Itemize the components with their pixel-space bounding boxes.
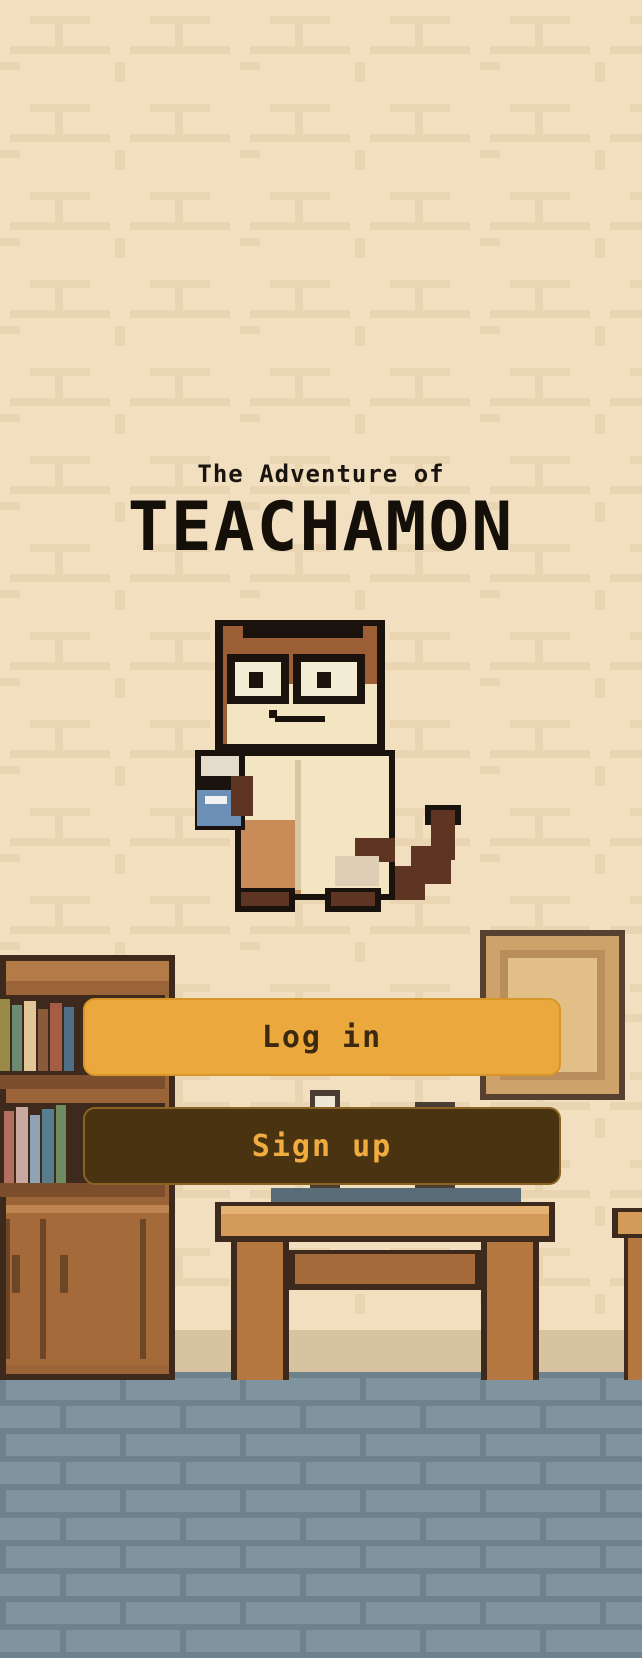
login-button[interactable]: Log in [83, 998, 561, 1076]
game-subtitle: The Adventure of [197, 460, 445, 488]
floor-tiles [0, 1372, 642, 1658]
signup-button[interactable]: Sign up [83, 1107, 561, 1185]
desk-edge-icon [612, 1208, 642, 1380]
otter-scientist-icon [195, 620, 461, 912]
game-title: TEACHAMON [127, 488, 515, 567]
title-block: The Adventure of TEACHAMON [0, 460, 642, 562]
floor [0, 1372, 642, 1658]
game-scene: The Adventure of TEACHAMON Log in Sign u… [0, 0, 642, 1658]
